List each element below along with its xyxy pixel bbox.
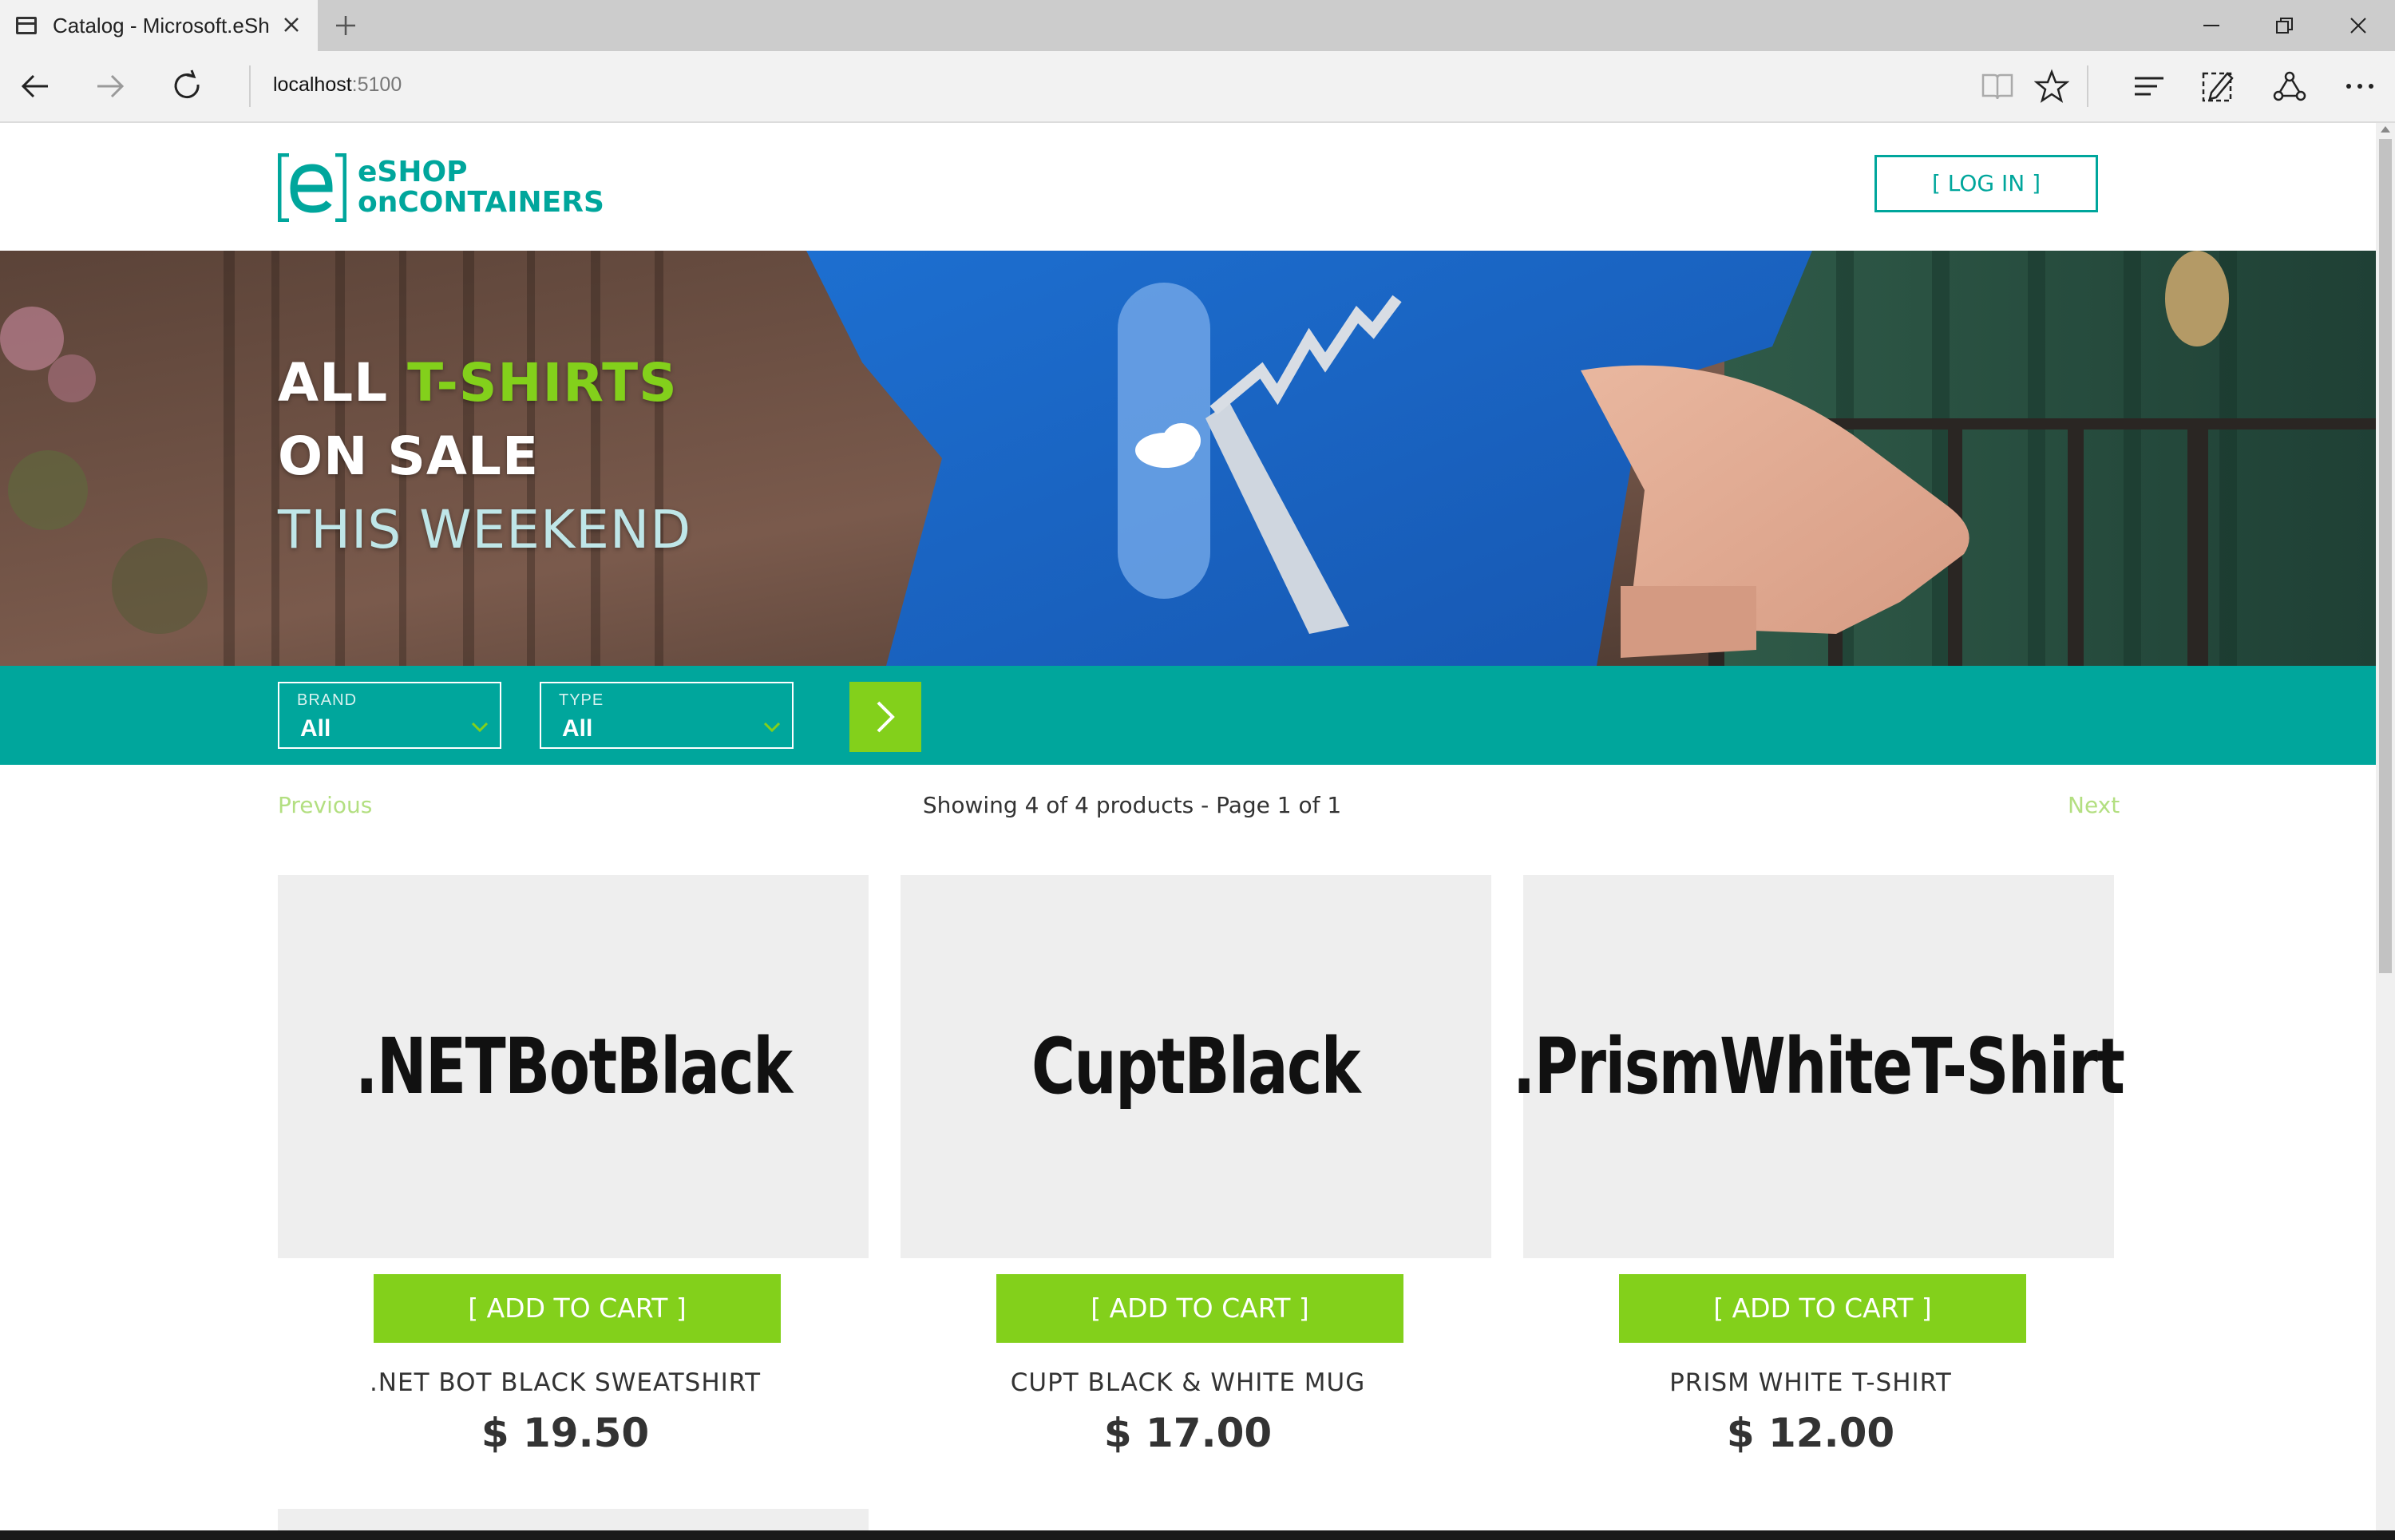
favorite-star-icon[interactable] [2031,65,2072,107]
type-select[interactable]: TYPE All [540,682,794,749]
hero-line-1b: T-SHIRTS [407,352,678,414]
scroll-thumb[interactable] [2379,139,2392,973]
hero-line-2: ON SALE [278,426,540,487]
product-card: .NETBotBlack [ ADD TO CART ] .NET BOT BL… [278,875,869,1456]
hub-icon[interactable] [2128,65,2170,107]
address-host: localhost [273,73,352,96]
new-tab-plus-icon[interactable] [318,0,374,51]
product-image[interactable]: .NETBotBlack [278,875,869,1258]
back-icon[interactable] [14,65,56,107]
brand-select[interactable]: BRAND All [278,682,501,749]
product-price: $ 12.00 [1726,1410,1895,1456]
pagination-status: Showing 4 of 4 products - Page 1 of 1 [922,792,1342,818]
toolbar-separator [2087,65,2088,107]
site-header: eSHOP onCONTAINERS [ LOG IN ] [0,123,2376,251]
logo-line2: onCONTAINERS [358,186,604,219]
type-select-value: All [562,715,593,742]
product-card: CuptBlack [ ADD TO CART ] CUPT BLACK & W… [901,875,1491,1456]
product-image[interactable]: .PrismWhiteT-Shirt [1513,875,2125,1258]
address-separator [249,65,251,107]
browser-navbar: localhost:5100 [0,51,2395,123]
page-scrollbar[interactable] [2376,123,2395,1540]
next-page-link[interactable]: Next [2068,792,2120,818]
address-port: :5100 [351,73,402,96]
login-button[interactable]: [ LOG IN ] [1874,155,2098,212]
add-to-cart-button[interactable]: [ ADD TO CART ] [1619,1274,2026,1343]
chevron-right-icon [877,701,895,733]
minimize-icon[interactable] [2175,0,2248,51]
close-window-icon[interactable] [2322,0,2395,51]
forward-icon[interactable] [89,65,131,107]
brand-select-label: BRAND [297,691,358,709]
product-name: .NET BOT BLACK SWEATSHIRT [369,1368,762,1397]
hero-line-1: ALL T-SHIRTS [278,346,691,420]
product-image-text: CuptBlack [1031,1022,1361,1111]
pagination: Previous Showing 4 of 4 products - Page … [0,789,2376,829]
catalog-filter-bar: BRAND All TYPE All [0,666,2376,765]
hero-line-1a: ALL [278,352,408,414]
reading-view-icon[interactable] [1977,65,2018,107]
share-icon[interactable] [2269,65,2310,107]
taskbar-edge [0,1530,2395,1540]
browser-tab[interactable]: Catalog - Microsoft.eSh [0,0,318,51]
restore-icon[interactable] [2248,0,2322,51]
product-name: PRISM WHITE T-SHIRT [1669,1368,1952,1397]
page-icon [16,17,37,34]
apply-filter-button[interactable] [849,682,921,752]
product-price: $ 19.50 [481,1410,650,1456]
close-tab-icon[interactable] [278,11,305,38]
scroll-up-arrow-icon[interactable] [2381,126,2390,133]
browser-titlebar: Catalog - Microsoft.eSh [0,0,2395,51]
logo-line1: eSHOP [358,156,468,188]
product-price: $ 17.00 [1103,1410,1273,1456]
address-bar[interactable]: localhost:5100 [273,73,402,97]
brand-select-value: All [300,715,331,742]
product-name: CUPT BLACK & WHITE MUG [1010,1368,1366,1397]
product-image[interactable]: CuptBlack [901,875,1491,1258]
eshop-logo[interactable]: eSHOP onCONTAINERS [277,152,604,223]
chevron-down-icon [763,722,781,737]
add-to-cart-button[interactable]: [ ADD TO CART ] [996,1274,1403,1343]
product-image-text: .NETBotBlack [354,1022,793,1111]
chevron-down-icon [471,722,489,737]
hero-banner: ALL T-SHIRTS ON SALE THIS WEEKEND [0,251,2376,666]
hero-headline: ALL T-SHIRTS ON SALE THIS WEEKEND [278,346,691,567]
refresh-icon[interactable] [166,65,208,107]
add-to-cart-button[interactable]: [ ADD TO CART ] [374,1274,781,1343]
window-controls [2175,0,2395,51]
hero-line-3: THIS WEEKEND [278,499,692,560]
web-note-icon[interactable] [2197,65,2239,107]
tab-title: Catalog - Microsoft.eSh [53,13,270,38]
web-page: eSHOP onCONTAINERS [ LOG IN ] ALL T-SHIR… [0,123,2376,1540]
type-select-label: TYPE [559,691,604,709]
product-card: .PrismWhiteT-Shirt [ ADD TO CART ] PRISM… [1513,875,2125,1456]
product-image-text: .PrismWhiteT-Shirt [1513,1022,2125,1111]
logo-mark [277,152,347,223]
more-icon[interactable] [2339,65,2381,107]
